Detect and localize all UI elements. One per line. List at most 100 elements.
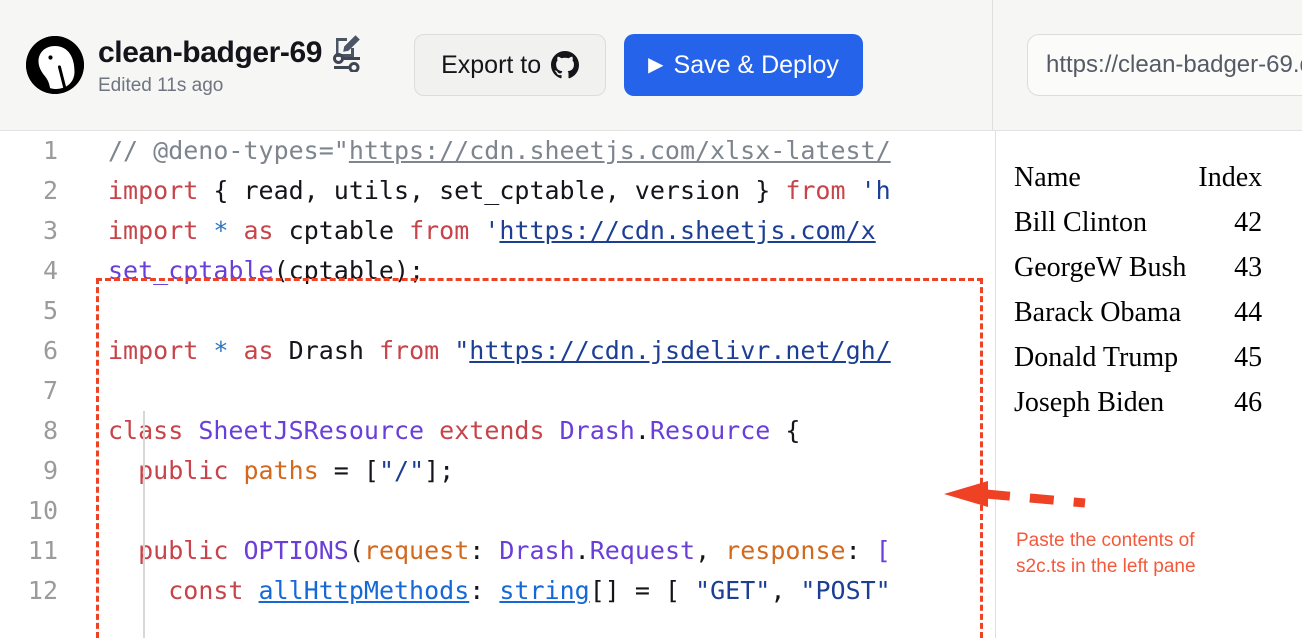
line-number: 3 xyxy=(0,211,80,251)
code-line-text[interactable]: public OPTIONS(request: Drash.Request, r… xyxy=(80,531,891,571)
code-token: // @deno-types=" xyxy=(108,136,349,165)
export-button-label: Export to xyxy=(441,51,541,80)
code-token: { xyxy=(770,416,800,445)
code-token: "GET" xyxy=(695,576,770,605)
code-token: https://cdn.sheetjs.com/xlsx-latest/ xyxy=(349,136,891,165)
code-token: cptable xyxy=(274,216,409,245)
code-line[interactable]: 7 xyxy=(0,371,891,411)
presidents-table: NameIndex Bill Clinton42GeorgeW Bush43Ba… xyxy=(1014,155,1262,425)
annotation-line-1: Paste the contents of xyxy=(1016,528,1296,554)
code-line[interactable]: 5 xyxy=(0,291,891,331)
code-token: extends xyxy=(439,416,544,445)
code-token xyxy=(108,576,168,605)
code-token: paths xyxy=(243,456,318,485)
app-header: clean-badger-69 Edited 11s ago xyxy=(0,0,1302,131)
page-title: clean-badger-69 xyxy=(98,37,322,69)
code-line[interactable]: 10 xyxy=(0,491,891,531)
code-token xyxy=(228,456,243,485)
code-line-text[interactable]: const allHttpMethods: string[] = [ "GET"… xyxy=(80,571,891,611)
code-token xyxy=(228,216,243,245)
code-token: . xyxy=(575,536,590,565)
code-token: allHttpMethods xyxy=(259,576,470,605)
table-header-row: NameIndex xyxy=(1014,155,1262,200)
preview-url-input[interactable]: https://clean-badger-69.deno.dev xyxy=(1027,34,1302,96)
code-token: [ xyxy=(876,536,891,565)
code-token: set_cptable xyxy=(108,256,274,285)
code-line[interactable]: 6import * as Drash from "https://cdn.jsd… xyxy=(0,331,891,371)
table-cell: 42 xyxy=(1186,200,1262,245)
code-token: ' xyxy=(846,176,876,205)
play-icon: ▶ xyxy=(648,55,663,75)
code-token: (cptable); xyxy=(274,256,425,285)
code-token: import xyxy=(108,216,198,245)
code-token: string xyxy=(499,576,589,605)
code-line[interactable]: 12 const allHttpMethods: string[] = [ "G… xyxy=(0,571,891,611)
code-line[interactable]: 9 public paths = ["/"]; xyxy=(0,451,891,491)
code-line-text[interactable]: class SheetJSResource extends Drash.Reso… xyxy=(80,411,800,451)
deploy-button-label: Save & Deploy xyxy=(674,51,839,80)
project-title-block: clean-badger-69 Edited 11s ago xyxy=(98,34,362,97)
code-line[interactable]: 8class SheetJSResource extends Drash.Res… xyxy=(0,411,891,451)
code-token: const xyxy=(168,576,243,605)
code-token: OPTIONS xyxy=(243,536,348,565)
slider-knob-lower xyxy=(350,63,358,71)
code-token: SheetJSResource xyxy=(198,416,424,445)
table-cell: 43 xyxy=(1186,245,1262,290)
code-token: ( xyxy=(349,536,364,565)
code-line[interactable]: 3import * as cptable from 'https://cdn.s… xyxy=(0,211,891,251)
table-cell: 44 xyxy=(1186,290,1262,335)
line-number: 4 xyxy=(0,251,80,291)
code-line-text[interactable] xyxy=(80,491,108,531)
code-line[interactable]: 4set_cptable(cptable); xyxy=(0,251,891,291)
code-lines-container[interactable]: 1// @deno-types="https://cdn.sheetjs.com… xyxy=(0,131,891,611)
line-number: 1 xyxy=(0,131,80,171)
annotation-text: Paste the contents of s2c.ts in the left… xyxy=(1016,528,1296,580)
annotation-line-2: s2c.ts in the left pane xyxy=(1016,554,1296,580)
code-token: https://cdn.sheetjs.com/x xyxy=(499,216,875,245)
export-to-github-button[interactable]: Export to xyxy=(414,34,606,96)
code-token: as xyxy=(244,216,274,245)
code-token xyxy=(228,536,243,565)
code-line-text[interactable]: import * as cptable from 'https://cdn.sh… xyxy=(80,211,876,251)
code-token: Drash xyxy=(560,416,635,445)
edit-settings-icons[interactable] xyxy=(332,34,362,72)
code-line-text[interactable] xyxy=(80,291,108,331)
code-line-text[interactable]: import * as Drash from "https://cdn.jsde… xyxy=(80,331,891,371)
code-token: https://cdn.jsdelivr.net/gh/ xyxy=(469,336,890,365)
code-token xyxy=(198,216,213,245)
table-row: Donald Trump45 xyxy=(1014,335,1262,380)
code-line[interactable]: 2import { read, utils, set_cptable, vers… xyxy=(0,171,891,211)
code-line[interactable]: 11 public OPTIONS(request: Drash.Request… xyxy=(0,531,891,571)
code-token: from xyxy=(785,176,845,205)
header-vertical-divider xyxy=(992,0,993,130)
code-line-text[interactable] xyxy=(80,371,108,411)
line-number: 5 xyxy=(0,291,80,331)
code-token xyxy=(198,336,213,365)
code-token xyxy=(108,536,138,565)
code-line-text[interactable]: // @deno-types="https://cdn.sheetjs.com/… xyxy=(80,131,891,171)
code-line-text[interactable]: import { read, utils, set_cptable, versi… xyxy=(80,171,891,211)
table-cell: Donald Trump xyxy=(1014,335,1186,380)
table-cell: 45 xyxy=(1186,335,1262,380)
save-and-deploy-button[interactable]: ▶ Save & Deploy xyxy=(624,34,863,96)
code-token: : xyxy=(846,536,876,565)
code-token: public xyxy=(138,536,228,565)
code-token xyxy=(545,416,560,445)
code-line[interactable]: 1// @deno-types="https://cdn.sheetjs.com… xyxy=(0,131,891,171)
code-token: public xyxy=(138,456,228,485)
code-token: * xyxy=(213,336,228,365)
code-line-text[interactable]: set_cptable(cptable); xyxy=(80,251,424,291)
line-number: 10 xyxy=(0,491,80,531)
code-token: ]; xyxy=(424,456,454,485)
code-token: import xyxy=(108,176,198,205)
deno-dinosaur-logo-icon xyxy=(26,36,84,94)
code-line-text[interactable]: public paths = ["/"]; xyxy=(80,451,454,491)
table-cell: GeorgeW Bush xyxy=(1014,245,1186,290)
pencil-square-icon[interactable] xyxy=(332,34,362,72)
code-editor-pane[interactable]: 1// @deno-types="https://cdn.sheetjs.com… xyxy=(0,131,993,638)
code-token: Resource xyxy=(650,416,770,445)
table-row: Bill Clinton42 xyxy=(1014,200,1262,245)
code-token: , xyxy=(770,576,800,605)
code-token xyxy=(243,576,258,605)
code-token: class xyxy=(108,416,183,445)
